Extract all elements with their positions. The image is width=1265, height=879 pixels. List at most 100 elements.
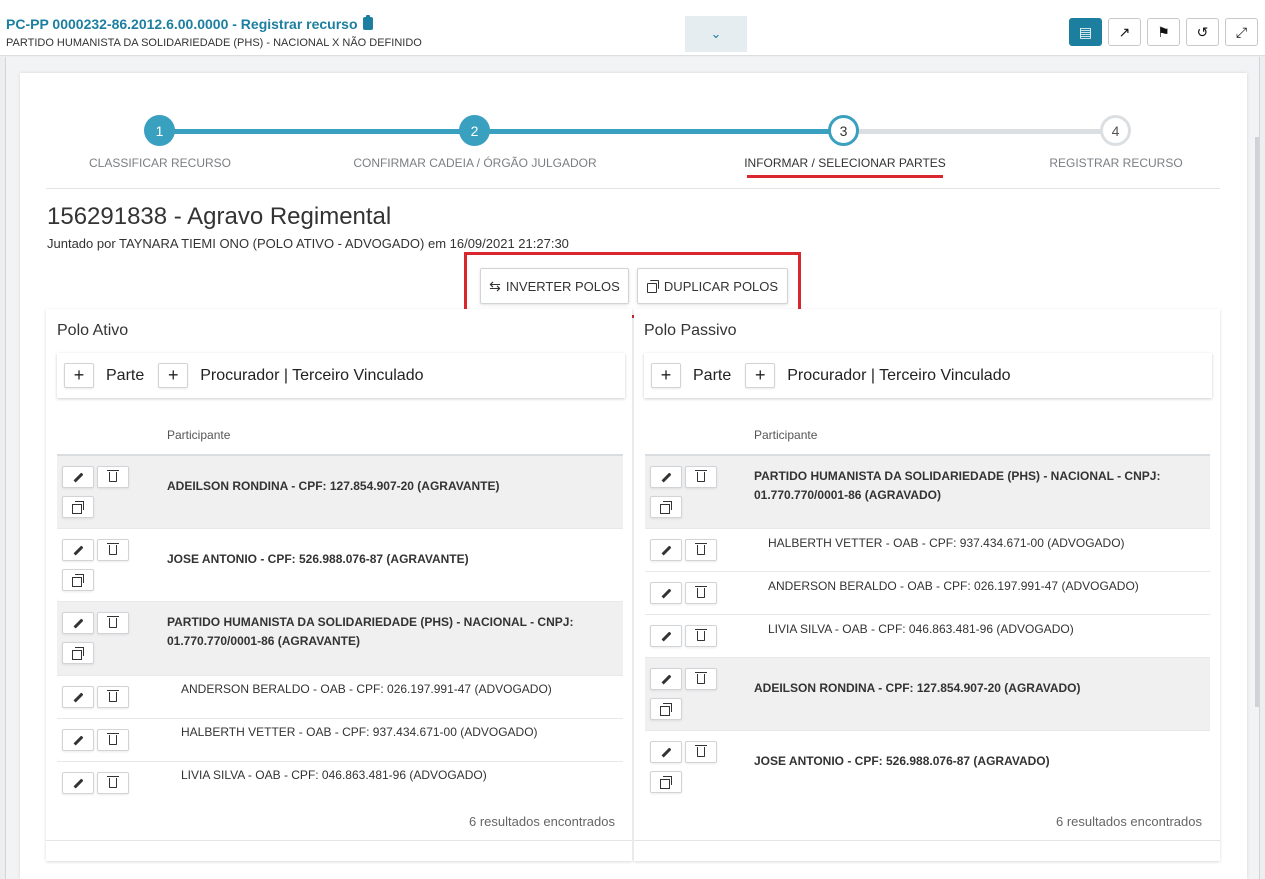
document-title: 156291838 - Agravo Regimental — [47, 203, 392, 230]
table-row: JOSE ANTONIO - CPF: 526.988.076-87 (AGRA… — [645, 731, 1210, 804]
case-title[interactable]: PC-PP 0000232-86.2012.6.00.0000 - Regist… — [6, 15, 373, 32]
delete-button[interactable] — [685, 539, 717, 561]
step-3-label: INFORMAR / SELECIONAR PARTES — [744, 156, 946, 170]
polo-passivo-toolbar: + Parte + Procurador | Terceiro Vinculad… — [644, 353, 1212, 398]
results-count: 6 resultados encontrados — [1056, 814, 1202, 829]
step-3-circle[interactable]: 3 — [828, 115, 859, 146]
history-icon: ↺ — [1196, 23, 1209, 40]
invert-polos-button[interactable]: ⇆ INVERTER POLOS — [480, 268, 629, 304]
add-procurador-button[interactable]: + — [745, 363, 776, 388]
scrollbar[interactable] — [1255, 137, 1259, 707]
clipboard-icon[interactable] — [362, 15, 373, 30]
edit-button[interactable] — [62, 772, 94, 794]
table-row: ADEILSON RONDINA - CPF: 127.854.907-20 (… — [645, 658, 1210, 731]
trash-icon — [695, 745, 707, 757]
pencil-icon — [661, 747, 671, 757]
delete-button[interactable] — [97, 686, 129, 708]
case-title-text[interactable]: PC-PP 0000232-86.2012.6.00.0000 - Regist… — [6, 16, 358, 32]
tag-icon: ⚑ — [1157, 23, 1170, 40]
participant-name: LIVIA SILVA - OAB - CPF: 046.863.481-96 … — [768, 622, 1074, 636]
duplicate-polos-button[interactable]: DUPLICAR POLOS — [637, 268, 788, 304]
copy-button[interactable] — [650, 771, 682, 793]
edit-button[interactable] — [62, 686, 94, 708]
pencil-icon — [73, 472, 83, 482]
document-subtitle: Juntado por TAYNARA TIEMI ONO (POLO ATIV… — [47, 236, 569, 251]
step-2-label: CONFIRMAR CADEIA / ÓRGÃO JULGADOR — [353, 156, 597, 170]
copy-button[interactable] — [62, 642, 94, 664]
document-button[interactable]: ▤ — [1069, 18, 1102, 46]
delete-button[interactable] — [685, 625, 717, 647]
edit-button[interactable] — [650, 539, 682, 561]
pencil-icon — [661, 588, 671, 598]
delete-button[interactable] — [97, 466, 129, 488]
pencil-icon — [661, 631, 671, 641]
results-divider — [634, 840, 1220, 841]
table-row: PARTIDO HUMANISTA DA SOLIDARIEDADE (PHS)… — [57, 602, 623, 676]
edit-button[interactable] — [650, 668, 682, 690]
copy-icon — [72, 501, 84, 514]
delete-button[interactable] — [685, 741, 717, 763]
edit-button[interactable] — [62, 729, 94, 751]
step-4-circle: 4 — [1100, 115, 1131, 146]
add-procurador-button[interactable]: + — [158, 363, 189, 388]
add-parte-button[interactable]: + — [64, 363, 94, 388]
parte-label: Parte — [106, 366, 145, 384]
edit-button[interactable] — [62, 466, 94, 488]
edit-button[interactable] — [650, 625, 682, 647]
step-2-circle[interactable]: 2 — [459, 115, 490, 146]
copy-icon — [72, 574, 84, 587]
edit-button[interactable] — [650, 466, 682, 488]
copy-button[interactable] — [62, 496, 94, 518]
top-header: PC-PP 0000232-86.2012.6.00.0000 - Regist… — [0, 0, 1265, 56]
header-expand-toggle[interactable]: ⌄ — [685, 16, 747, 52]
delete-button[interactable] — [97, 729, 129, 751]
edit-button[interactable] — [650, 741, 682, 763]
participant-name: ADEILSON RONDINA - CPF: 127.854.907-20 (… — [754, 681, 1081, 695]
table-row: HALBERTH VETTER - OAB - CPF: 937.434.671… — [57, 719, 623, 762]
document-icon: ▤ — [1078, 23, 1093, 40]
share-button[interactable]: ↗ — [1108, 18, 1141, 46]
table-row: LIVIA SILVA - OAB - CPF: 046.863.481-96 … — [57, 762, 623, 805]
edit-button[interactable] — [62, 612, 94, 634]
delete-button[interactable] — [97, 772, 129, 794]
copy-button[interactable] — [650, 698, 682, 720]
trash-icon — [695, 543, 707, 555]
delete-button[interactable] — [97, 539, 129, 561]
participant-name: ADEILSON RONDINA - CPF: 127.854.907-20 (… — [167, 479, 500, 493]
procurador-label: Procurador | Terceiro Vinculado — [200, 366, 424, 384]
trash-icon — [695, 586, 707, 598]
pencil-icon — [73, 618, 83, 628]
fullscreen-button[interactable]: ⤢ — [1225, 18, 1258, 46]
stepper-remaining-line — [845, 129, 1115, 134]
table-row: ANDERSON BERALDO - OAB - CPF: 026.197.99… — [57, 676, 623, 719]
tag-button[interactable]: ⚑ — [1147, 18, 1180, 46]
edit-button[interactable] — [650, 582, 682, 604]
copy-icon — [660, 703, 672, 716]
copy-icon — [660, 501, 672, 514]
participante-header: Participante — [167, 428, 231, 442]
participant-name: LIVIA SILVA - OAB - CPF: 046.863.481-96 … — [181, 768, 487, 782]
delete-button[interactable] — [97, 612, 129, 634]
trash-icon — [107, 733, 119, 745]
step-1-circle[interactable]: 1 — [144, 115, 175, 146]
add-parte-button[interactable]: + — [651, 363, 681, 388]
pencil-icon — [73, 545, 83, 555]
edit-button[interactable] — [62, 539, 94, 561]
participant-name: HALBERTH VETTER - OAB - CPF: 937.434.671… — [768, 536, 1125, 550]
copy-icon — [660, 776, 672, 789]
pencil-icon — [661, 545, 671, 555]
share-icon: ↗ — [1118, 23, 1131, 40]
pencil-icon — [661, 674, 671, 684]
step-4-label: REGISTRAR RECURSO — [1049, 156, 1183, 170]
procurador-label: Procurador | Terceiro Vinculado — [787, 366, 1011, 384]
copy-button[interactable] — [62, 569, 94, 591]
table-row: JOSE ANTONIO - CPF: 526.988.076-87 (AGRA… — [57, 529, 623, 602]
polo-ativo-title: Polo Ativo — [57, 322, 129, 339]
delete-button[interactable] — [685, 466, 717, 488]
delete-button[interactable] — [685, 668, 717, 690]
table-row: PARTIDO HUMANISTA DA SOLIDARIEDADE (PHS)… — [645, 456, 1210, 529]
history-button[interactable]: ↺ — [1186, 18, 1219, 46]
delete-button[interactable] — [685, 582, 717, 604]
copy-button[interactable] — [650, 496, 682, 518]
fullscreen-icon: ⤢ — [1235, 23, 1248, 40]
